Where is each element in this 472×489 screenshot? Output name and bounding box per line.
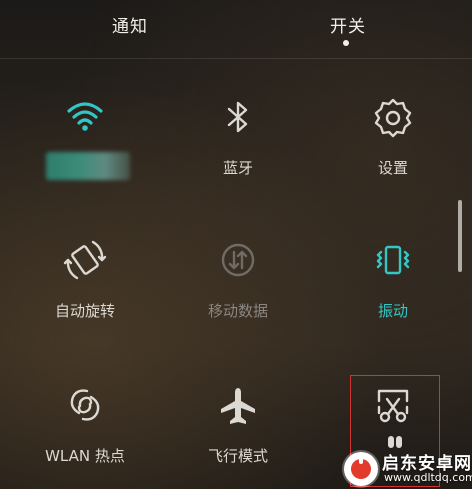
toggle-vibrate[interactable]: 振动 <box>318 238 468 358</box>
toggle-mobile-data[interactable]: 移动数据 <box>163 238 313 358</box>
auto-rotate-label: 自动旋转 <box>54 302 115 320</box>
gear-icon <box>371 95 415 139</box>
bluetooth-icon <box>216 95 260 139</box>
active-tab-indicator <box>343 40 349 46</box>
hotspot-icon <box>63 383 107 427</box>
toggle-wlan-hotspot[interactable]: WLAN 热点 <box>10 383 160 489</box>
settings-label: 设置 <box>377 159 408 177</box>
mobile-data-label: 移动数据 <box>207 302 268 320</box>
airplane-mode-label: 飞行模式 <box>207 447 268 465</box>
scrollbar[interactable] <box>458 200 462 272</box>
watermark-logo-icon <box>344 452 378 486</box>
rotate-icon <box>63 238 107 282</box>
wifi-network-name-blurred <box>46 152 130 180</box>
tab-switches[interactable]: 开关 <box>330 12 366 37</box>
toggle-bluetooth[interactable]: 蓝牙 <box>163 95 313 215</box>
wlan-hotspot-label: WLAN 热点 <box>45 447 125 465</box>
toggle-auto-rotate[interactable]: 自动旋转 <box>10 238 160 358</box>
toggle-airplane-mode[interactable]: 飞行模式 <box>163 383 313 489</box>
tab-notifications[interactable]: 通知 <box>112 12 148 37</box>
wifi-icon <box>63 95 107 139</box>
quick-settings-tabs: 通知 开关 <box>0 0 472 59</box>
watermark: 启东安卓网 www.qdltdq.com <box>332 446 472 489</box>
mobile-data-icon <box>216 238 260 282</box>
airplane-icon <box>216 383 260 427</box>
vibrate-icon <box>371 238 415 282</box>
vibrate-label: 振动 <box>377 302 408 320</box>
watermark-url: www.qdltdq.com <box>384 471 472 484</box>
toggle-settings[interactable]: 设置 <box>318 95 468 215</box>
bluetooth-label: 蓝牙 <box>222 159 253 177</box>
